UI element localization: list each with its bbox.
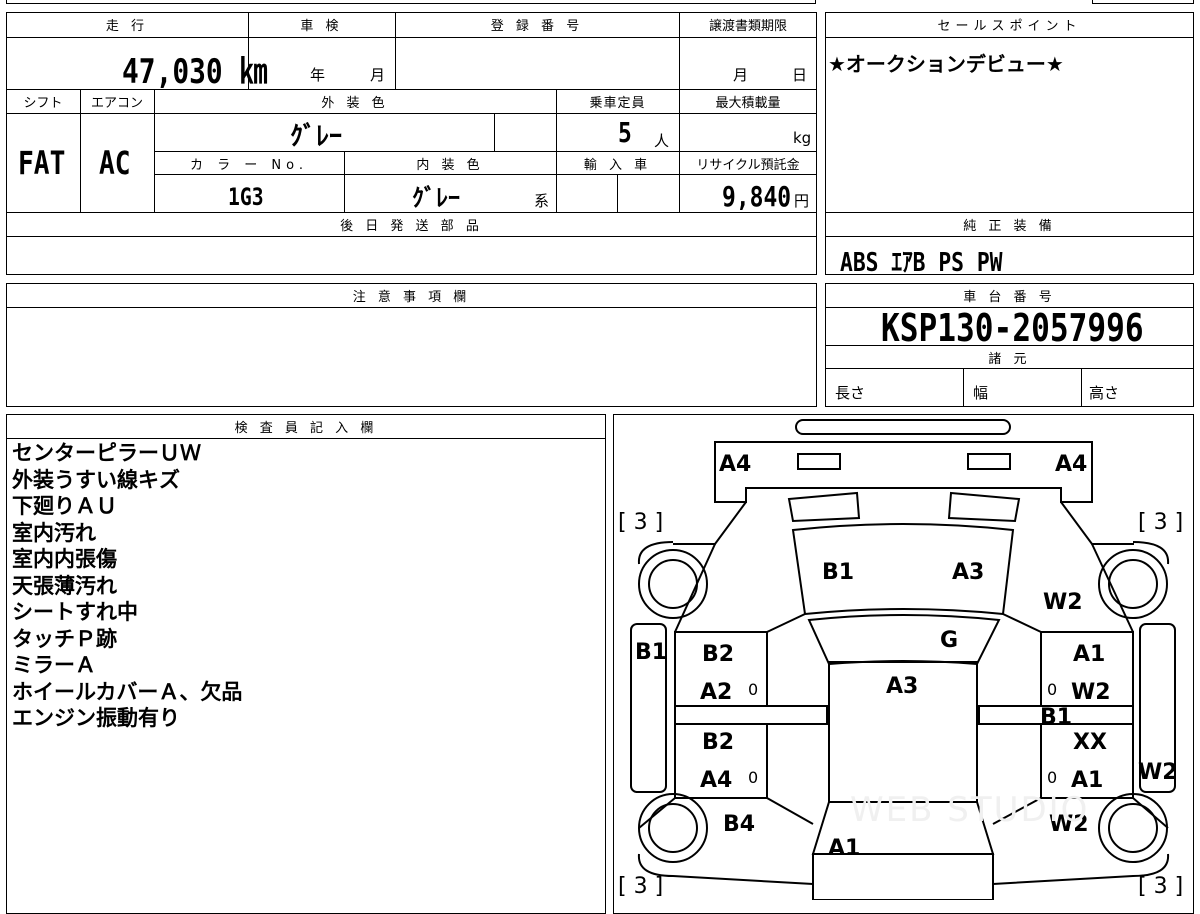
inspector-line: エンジン振動有り (12, 706, 180, 730)
inspector-line: 下廻りＡＵ (12, 494, 117, 518)
inspector-line: ホイールカバーＡ、欠品 (12, 679, 243, 704)
recycle-fee-value: 9,840 (722, 180, 792, 213)
sales-point-box (825, 12, 1194, 213)
inspection-month: 月 (370, 66, 386, 84)
mark-rear-door-left-1: B2 (702, 730, 735, 755)
tire-mark-rear-right: [ 3 ] (1138, 874, 1184, 899)
seating-unit: 人 (654, 132, 670, 150)
exterior-color-label: 外 装 色 (321, 96, 389, 111)
mileage-value: 47,030 ㎞ (122, 52, 268, 92)
seating-label: 乗車定員 (589, 96, 646, 111)
inspection-label: 車 検 (300, 19, 343, 34)
mark-front-door-left-1: B2 (702, 642, 735, 667)
mark-trunk: A1 (828, 836, 861, 861)
inspector-line: 室内内張傷 (12, 547, 117, 571)
inspector-line: シートすれ中 (12, 600, 138, 624)
mark-rear-door-left-2: A4 (700, 768, 733, 793)
tire-mark-rear-left: [ 3 ] (618, 874, 664, 899)
mark-front-door-left-2: A2 (700, 680, 733, 705)
transfer-deadline-label: 譲渡書類期限 (708, 19, 787, 34)
inspector-line: タッチＰ跡 (12, 626, 117, 651)
watermark: WEB STUDIO (850, 790, 1090, 830)
seating-value: 5 (618, 116, 632, 149)
mark-front-door-right-2: W2 (1071, 680, 1111, 705)
later-parts-label: 後 日 発 送 部 品 (340, 219, 483, 234)
shift-label: シフト (23, 96, 63, 111)
recycle-fee-unit: 円 (794, 192, 810, 210)
equipment-label: 純 正 装 備 (963, 219, 1056, 234)
spec-label: 諸 元 (988, 352, 1031, 367)
mark-pillar-right: B1 (1040, 705, 1073, 730)
inspector-line: 天張薄汚れ (12, 573, 117, 598)
mark-windshield: G (940, 628, 959, 653)
max-load-unit: kg (793, 129, 812, 147)
equipment-text: ABS ｴｱB PS PW (840, 248, 1003, 278)
inspection-year: 年 (310, 66, 326, 84)
aircon-label: エアコン (90, 96, 143, 111)
interior-color-value: ｸﾞﾚｰ (412, 184, 460, 212)
tire-mark-front-right: [ 3 ] (1138, 510, 1184, 535)
mark-zero-3: 0 (1047, 680, 1058, 699)
top-strip-right (1092, 0, 1194, 4)
mark-bumper-right: A4 (1055, 452, 1088, 477)
inspector-line: センターピラーＵＷ (12, 441, 201, 465)
shift-value: FAT (18, 144, 66, 182)
interior-color-label: 内 装 色 (416, 158, 484, 173)
height-label: 高さ (1089, 384, 1120, 402)
registration-label: 登 録 番 号 (490, 19, 584, 34)
max-load-label: 最大積載量 (715, 96, 781, 111)
inspector-line: ミラーＡ (12, 653, 96, 677)
mark-rear-fender-left: B4 (723, 812, 756, 837)
top-strip (6, 0, 816, 4)
mark-roof: A3 (886, 674, 919, 699)
color-no-label: カ ラ ー No. (190, 158, 308, 173)
length-label: 長さ (835, 384, 866, 402)
mark-fender-right: W2 (1043, 590, 1083, 615)
chassis-number: KSP130-2057996 (881, 306, 1144, 350)
width-label: 幅 (973, 384, 989, 402)
mark-hood-right: A3 (952, 560, 985, 585)
notes-label: 注 意 事 項 欄 (352, 290, 471, 305)
chassis-label: 車 台 番 号 (963, 290, 1056, 305)
import-label: 輸 入 車 (583, 158, 652, 173)
mark-rear-door-right-1: XX (1073, 730, 1107, 755)
inspector-line: 室内汚れ (12, 520, 96, 545)
mark-zero-1: 0 (748, 680, 759, 699)
transfer-day: 日 (792, 66, 808, 84)
aircon-value: AC (99, 144, 131, 182)
mark-front-door-right-1: A1 (1073, 642, 1106, 667)
mark-zero-4: 0 (1047, 768, 1058, 787)
inspector-label: 検 査 員 記 入 欄 (234, 421, 378, 436)
inspector-line: 外装うすい線キズ (12, 467, 180, 492)
mark-bumper-left: A4 (719, 452, 752, 477)
mark-sill-left: B1 (635, 640, 668, 665)
sales-point-label: セールスポイント (937, 19, 1082, 34)
mileage-label: 走 行 (105, 19, 149, 34)
transfer-month: 月 (733, 66, 749, 84)
mark-sill-right: W2 (1138, 760, 1178, 785)
tire-mark-front-left: [ 3 ] (618, 510, 664, 535)
mark-zero-2: 0 (748, 768, 759, 787)
color-no-value: 1G3 (228, 183, 264, 211)
interior-color-suffix: 系 (534, 192, 550, 210)
recycle-label: リサイクル預託金 (696, 158, 800, 173)
sales-point-text: ★オークションデビュー★ (828, 52, 1064, 76)
inspector-notes: センターピラーＵＷ 外装うすい線キズ 下廻りＡＵ 室内汚れ 室内内張傷 天張薄汚… (12, 440, 242, 732)
mark-hood-left: B1 (822, 560, 855, 585)
exterior-color-value: ｸﾞﾚｰ (290, 122, 343, 152)
